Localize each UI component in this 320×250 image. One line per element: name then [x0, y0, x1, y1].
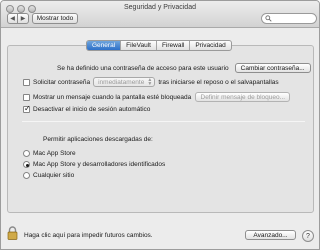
tab-firewall[interactable]: Firewall — [157, 41, 191, 50]
disable-autologin-label: Desactivar el inicio de sesión automátic… — [33, 106, 151, 113]
require-password-suffix: tras iniciarse el reposo o el salvapanta… — [158, 78, 279, 86]
back-button[interactable]: ◀ — [7, 13, 18, 24]
show-all-button[interactable]: Mostrar todo — [32, 13, 78, 24]
allow-option-app-store[interactable]: Mac App Store — [23, 150, 76, 157]
section-divider — [22, 121, 305, 122]
preferences-window: Seguridad y Privacidad ◀ ▶ Mostrar todo … — [0, 0, 320, 250]
disable-autologin-checkbox[interactable] — [23, 104, 31, 113]
password-row: Se ha definido una contraseña de acceso … — [57, 63, 311, 73]
search-icon — [265, 15, 272, 22]
advanced-button[interactable]: Avanzado... — [245, 230, 296, 240]
require-password-delay-value: inmediatamente — [98, 78, 145, 86]
allow-option-anywhere[interactable]: Cualquier sitio — [23, 172, 74, 179]
autologin-row: Desactivar el inicio de sesión automátic… — [23, 104, 151, 113]
forward-button[interactable]: ▶ — [18, 13, 29, 24]
require-password-label: Solicitar contraseña — [33, 78, 91, 86]
lock-message-row: Mostrar un mensaje cuando la pantalla es… — [23, 92, 291, 102]
radio-anywhere[interactable] — [23, 172, 30, 179]
window-title: Seguridad y Privacidad — [124, 4, 196, 11]
tab-bar: General FileVault Firewall Privacidad — [86, 40, 232, 51]
tab-general[interactable]: General — [87, 41, 122, 50]
allow-option-label: Cualquier sitio — [33, 172, 75, 179]
radio-app-store[interactable] — [23, 150, 30, 157]
popup-arrows-icon: ▲ ▼ — [147, 77, 153, 87]
allow-option-label: Mac App Store y desarrolladores identifi… — [33, 161, 166, 168]
help-button[interactable]: ? — [302, 230, 314, 242]
show-message-checkbox[interactable] — [23, 93, 30, 101]
allow-apps-heading: Permitir aplicaciones descargadas de: — [43, 136, 153, 143]
titlebar: Seguridad y Privacidad ◀ ▶ Mostrar todo — [1, 1, 319, 28]
lock-icon[interactable] — [7, 226, 18, 240]
require-password-delay-select[interactable]: inmediatamente ▲ ▼ — [93, 77, 156, 87]
allow-option-identified[interactable]: Mac App Store y desarrolladores identifi… — [23, 161, 165, 168]
allow-option-label: Mac App Store — [33, 150, 76, 157]
password-status-text: Se ha definido una contraseña de acceso … — [57, 64, 229, 72]
general-panel: Se ha definido una contraseña de acceso … — [7, 45, 314, 213]
set-lock-message-button[interactable]: Definir mensaje de bloqueo... — [195, 92, 291, 102]
require-password-checkbox[interactable] — [23, 78, 30, 86]
chevron-right-icon: ▶ — [20, 16, 26, 22]
search-field[interactable] — [261, 13, 317, 24]
tab-privacidad[interactable]: Privacidad — [190, 41, 230, 50]
require-password-row: Solicitar contraseña inmediatamente ▲ ▼ t… — [23, 77, 279, 87]
change-password-button[interactable]: Cambiar contraseña... — [234, 63, 311, 73]
chevron-left-icon: ◀ — [10, 16, 15, 22]
lock-status-text: Haga clic aquí para impedir futuros camb… — [24, 232, 153, 239]
tab-filevault[interactable]: FileVault — [121, 41, 157, 50]
radio-identified-developers[interactable] — [23, 161, 30, 168]
show-message-label: Mostrar un mensaje cuando la pantalla es… — [33, 93, 192, 101]
